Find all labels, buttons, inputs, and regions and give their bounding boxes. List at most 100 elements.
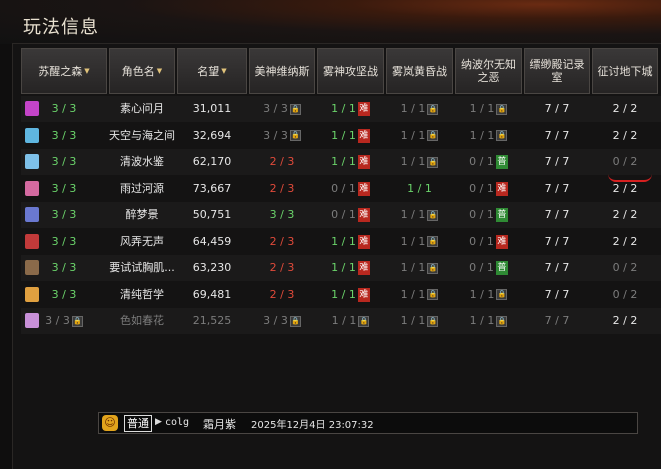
cell-value: 2 / 2 <box>612 102 638 115</box>
table-row[interactable]: 3 / 3 清波水鉴 62,170 2 / 31 / 1难1 / 1 🔒 0 / 1普7 … <box>21 149 661 175</box>
hard-mode-badge: 难 <box>357 208 370 222</box>
cell-value: 2 / 3 <box>269 234 295 248</box>
table-row[interactable]: 3 / 3 要试试胸肌... 63,230 2 / 31 / 1难1 / 1 🔒 0 / … <box>21 255 661 281</box>
cell-value: 1 / 1 <box>469 102 495 115</box>
chat-bar[interactable]: ☺ 普通 ▶ colg 霜月紫 2025年12月4日 23:07:32 <box>98 412 638 434</box>
cell-fog: 1 / 1难 <box>317 149 384 175</box>
hard-mode-badge: 难 <box>357 181 370 196</box>
cell-value: 3 / 3 <box>51 181 77 195</box>
cell-value: 清波水鉴 <box>120 155 164 168</box>
cell-value: 清纯哲学 <box>120 287 164 301</box>
chat-channel-button[interactable]: 普通 <box>124 415 152 432</box>
column-header-label: 雾神攻坚战 <box>323 64 378 78</box>
cell-name: 醉梦景 <box>109 202 175 228</box>
cell-record: 7 / 7 <box>524 202 590 228</box>
cell-value: 7 / 7 <box>544 128 570 142</box>
table-row[interactable]: 3 / 3 🔒 色如春花 21,525 3 / 3 🔒 1 / 1 🔒 1 / 1 🔒 1 / 1 🔒… <box>21 308 661 334</box>
cell-nabor: 1 / 1 🔒 <box>455 123 522 149</box>
cell-fame: 69,481 <box>177 282 247 308</box>
cell-venus: 3 / 3 🔒 <box>249 96 315 122</box>
cell-dusk: 1 / 1 🔒 <box>386 255 453 281</box>
cell-dungeon: 2 / 2 <box>592 96 658 122</box>
cell-value: 1 / 1 <box>400 102 426 115</box>
column-header-label: 角色名 <box>121 64 155 78</box>
normal-mode-badge: 普 <box>495 261 508 275</box>
cell-fame: 64,459 <box>177 229 247 255</box>
cell-value: 天空与海之间 <box>109 128 175 142</box>
cell-dusk: 1 / 1 🔒 <box>386 96 453 122</box>
column-header[interactable]: 纳波尔无知之恶 <box>455 48 522 94</box>
cell-value: 1 / 1 <box>400 128 426 142</box>
cell-dungeon: 2 / 2 <box>592 202 658 228</box>
table-row[interactable]: 3 / 3 雨过河源 73,667 2 / 30 / 1难1 / 10 / 1难7 /… <box>21 175 661 202</box>
chat-role: 霜月紫 <box>203 418 236 431</box>
cell-awaken: 3 / 3 <box>21 149 107 175</box>
column-header[interactable]: 苏醒之森 ▼ <box>21 48 107 94</box>
hard-mode-badge: 难 <box>357 128 370 143</box>
column-header-label: 美神维纳斯 <box>254 64 310 78</box>
cell-record: 7 / 7 <box>524 123 590 149</box>
cell-record: 7 / 7 <box>524 282 590 308</box>
cell-venus: 2 / 3 <box>249 176 315 202</box>
cell-value: 3 / 3 <box>51 128 77 142</box>
cell-value: 21,525 <box>192 314 232 327</box>
cell-record: 7 / 7 <box>524 308 590 334</box>
cell-value: 2 / 3 <box>269 155 295 168</box>
cell-value: 1 / 1 <box>400 261 426 274</box>
table-row[interactable]: 3 / 3 素心问月 31,011 3 / 3 🔒 1 / 1难1 / 1 🔒 1 / 1 🔒 7… <box>21 96 661 122</box>
cell-value: 62,170 <box>192 155 232 168</box>
cell-value: 69,481 <box>192 287 232 301</box>
sort-arrow-icon[interactable]: ▼ <box>221 65 226 78</box>
cell-value: 3 / 3 <box>51 261 77 274</box>
cell-value: 1 / 1 <box>400 208 426 221</box>
cell-value: 雨过河源 <box>120 181 164 195</box>
hard-mode-badge: 难 <box>357 102 370 116</box>
cell-fog: 1 / 1 🔒 <box>317 308 384 334</box>
cell-fog: 0 / 1难 <box>317 202 384 228</box>
cell-value: 3 / 3 <box>51 208 77 221</box>
cell-venus: 2 / 3 <box>249 149 315 175</box>
cell-dusk: 1 / 1 🔒 <box>386 149 453 175</box>
column-header[interactable]: 美神维纳斯 <box>249 48 315 94</box>
cell-value: 3 / 3 <box>263 314 288 327</box>
cell-fog: 1 / 1难 <box>317 96 384 122</box>
cell-value: 0 / 2 <box>612 155 638 168</box>
cell-dungeon: 0 / 2 <box>592 149 658 175</box>
column-header[interactable]: 角色名 ▼ <box>109 48 175 94</box>
sort-arrow-icon[interactable]: ▼ <box>84 65 89 78</box>
cell-record: 7 / 7 <box>524 229 590 255</box>
cell-value: 0 / 1 <box>469 208 494 221</box>
column-header[interactable]: 征讨地下城 <box>592 48 658 94</box>
cell-value: 1 / 1 <box>331 102 356 115</box>
emoji-icon[interactable]: ☺ <box>102 415 118 431</box>
column-header[interactable]: 名望 ▼ <box>177 48 247 94</box>
cell-value: 73,667 <box>192 181 232 195</box>
cell-nabor: 1 / 1 🔒 <box>455 308 522 334</box>
column-header[interactable]: 雾岚黄昏战 <box>386 48 453 94</box>
table-row[interactable]: 3 / 3 清纯哲学 69,481 2 / 31 / 1难1 / 1 🔒 1 / 1 🔒 7 … <box>21 281 661 308</box>
cell-value: 7 / 7 <box>544 287 570 301</box>
column-header[interactable]: 雾神攻坚战 <box>317 48 384 94</box>
table-row[interactable]: 3 / 3 风弄无声 64,459 2 / 31 / 1难1 / 1 🔒 0 / 1难7 … <box>21 228 661 255</box>
column-header-label: 征讨地下城 <box>597 64 653 78</box>
cell-fame: 21,525 <box>177 308 247 334</box>
cell-value: 2 / 3 <box>269 287 295 301</box>
column-header[interactable]: 缥缈殿记录室 <box>524 48 590 94</box>
cell-value: 63,230 <box>192 261 232 274</box>
cell-dungeon: 2 / 2 <box>592 308 658 334</box>
normal-mode-badge: 普 <box>495 208 508 222</box>
cell-venus: 3 / 3 🔒 <box>249 308 315 334</box>
cell-venus: 3 / 3 <box>249 202 315 228</box>
cell-value: 3 / 3 <box>51 102 77 115</box>
cell-value: 3 / 3 <box>45 314 70 327</box>
hard-mode-badge: 难 <box>495 181 508 196</box>
cell-value: 0 / 1 <box>331 208 356 221</box>
cell-value: 7 / 7 <box>544 208 570 221</box>
lock-icon: 🔒 <box>427 103 439 115</box>
cell-dusk: 1 / 1 🔒 <box>386 202 453 228</box>
cell-awaken: 3 / 3 <box>21 176 107 202</box>
table-row[interactable]: 3 / 3 醉梦景 50,751 3 / 30 / 1难1 / 1 🔒 0 / 1普7 /… <box>21 202 661 228</box>
sort-arrow-icon[interactable]: ▼ <box>157 65 162 78</box>
cell-value: 素心问月 <box>120 102 164 115</box>
table-row[interactable]: 3 / 3 天空与海之间 32,694 3 / 3 🔒 1 / 1难1 / 1 🔒 1 / 1… <box>21 122 661 149</box>
